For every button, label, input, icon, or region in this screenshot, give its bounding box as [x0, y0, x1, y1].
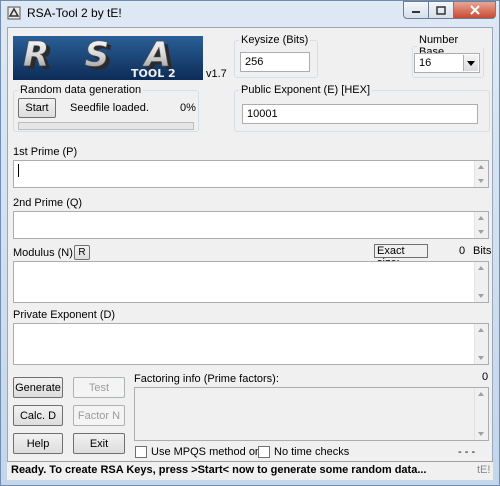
- close-icon: [469, 5, 480, 15]
- scroll-up-icon: [478, 266, 484, 270]
- seedfile-status: Seedfile loaded.: [70, 102, 149, 114]
- scroll-up-icon: [478, 392, 484, 396]
- status-text: Ready. To create RSA Keys, press >Start<…: [11, 464, 427, 476]
- app-window: RSA-Tool 2 by tE! RSA RSA TOOL 2 v1.7 Ke…: [0, 0, 500, 486]
- factoring-label: Factoring info (Prime factors):: [134, 373, 279, 385]
- exact-size-value: 0: [459, 245, 466, 257]
- random-data-label: Random data generation: [20, 84, 142, 96]
- no-time-checks-label: No time checks: [274, 446, 350, 458]
- private-exponent-label: Private Exponent (D): [13, 309, 116, 321]
- minimize-icon: [412, 11, 420, 13]
- modulus-r-button[interactable]: R: [74, 245, 90, 260]
- chevron-down-icon: [467, 60, 475, 66]
- prime-q-label: 2nd Prime (Q): [13, 197, 83, 209]
- prime-p-scrollbar[interactable]: [474, 161, 488, 187]
- window-title: RSA-Tool 2 by tE!: [27, 6, 122, 20]
- client-area: RSA RSA TOOL 2 v1.7 Keysize (Bits) 256 N…: [7, 27, 493, 479]
- factor-n-button[interactable]: Factor N: [73, 405, 125, 426]
- prime-q-scrollbar[interactable]: [474, 212, 488, 238]
- scroll-down-icon: [478, 432, 484, 436]
- calc-d-button[interactable]: Calc. D: [13, 405, 63, 426]
- seed-percent: 0%: [180, 102, 196, 114]
- logo-subtext: TOOL 2: [131, 67, 176, 80]
- factoring-scrollbar[interactable]: [474, 388, 488, 440]
- exit-button[interactable]: Exit: [73, 433, 125, 454]
- scroll-down-icon: [478, 179, 484, 183]
- minimize-button[interactable]: [403, 1, 429, 19]
- help-button[interactable]: Help: [13, 433, 63, 454]
- mpqs-checkbox[interactable]: [135, 446, 147, 458]
- mpqs-label: Use MPQS method only: [151, 446, 269, 458]
- modulus-field[interactable]: [13, 261, 489, 303]
- title-bar[interactable]: RSA-Tool 2 by tE!: [1, 1, 499, 25]
- number-base-select[interactable]: 16: [414, 53, 480, 73]
- bits-label: Bits: [473, 245, 492, 257]
- dashes-indicator: - - -: [458, 446, 476, 458]
- dropdown-button[interactable]: [463, 55, 478, 71]
- scroll-down-icon: [478, 356, 484, 360]
- status-bar: Ready. To create RSA Keys, press >Start<…: [7, 461, 493, 480]
- factoring-output[interactable]: [134, 387, 489, 441]
- scroll-up-icon: [478, 328, 484, 332]
- private-exponent-field[interactable]: [13, 323, 489, 365]
- version-label: v1.7: [206, 68, 227, 80]
- maximize-button[interactable]: [428, 1, 454, 19]
- public-exponent-label: Public Exponent (E) [HEX]: [241, 84, 371, 96]
- modulus-label: Modulus (N): [13, 247, 73, 259]
- keysize-input[interactable]: 256: [240, 52, 310, 72]
- scroll-down-icon: [478, 230, 484, 234]
- prime-p-field[interactable]: [13, 160, 489, 188]
- text-cursor: [18, 163, 19, 177]
- test-button[interactable]: Test: [73, 377, 125, 398]
- keysize-label: Keysize (Bits): [241, 34, 309, 46]
- modulus-scrollbar[interactable]: [474, 262, 488, 302]
- exact-size-label: Exact size:: [374, 244, 428, 269]
- start-button[interactable]: Start: [18, 98, 56, 118]
- prime-p-label: 1st Prime (P): [13, 146, 78, 158]
- generate-button[interactable]: Generate: [13, 377, 63, 398]
- number-base-value: 16: [419, 57, 432, 69]
- scroll-up-icon: [478, 165, 484, 169]
- maximize-icon: [436, 5, 446, 15]
- public-exponent-input[interactable]: 10001: [242, 104, 478, 124]
- rsa-tool-logo: RSA RSA TOOL 2: [13, 36, 203, 80]
- status-right: tE!: [477, 464, 491, 476]
- scroll-up-icon: [478, 216, 484, 220]
- no-time-checks-checkbox[interactable]: [258, 446, 270, 458]
- private-exponent-scrollbar[interactable]: [474, 324, 488, 364]
- close-button[interactable]: [453, 1, 496, 19]
- app-icon: [7, 6, 21, 20]
- scroll-down-icon: [478, 294, 484, 298]
- prime-q-field[interactable]: [13, 211, 489, 239]
- factoring-count: 0: [482, 371, 489, 383]
- seed-progress-bar: [18, 122, 194, 130]
